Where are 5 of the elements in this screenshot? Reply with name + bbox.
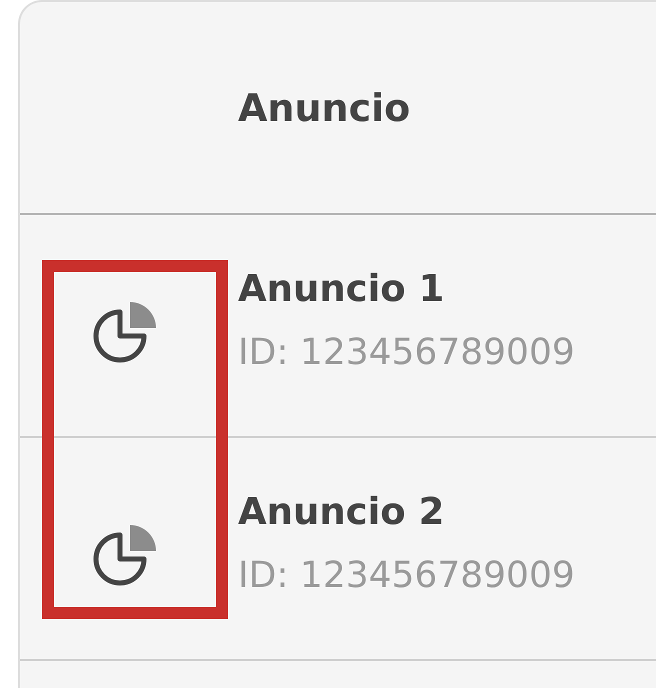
ad-id: ID: 123456789009 [238, 332, 575, 373]
ad-title: Anuncio 1 [238, 267, 446, 310]
column-header: Anuncio [238, 86, 410, 130]
ad-id: ID: 123456789009 [238, 555, 575, 596]
ad-title: Anuncio 2 [238, 490, 446, 533]
